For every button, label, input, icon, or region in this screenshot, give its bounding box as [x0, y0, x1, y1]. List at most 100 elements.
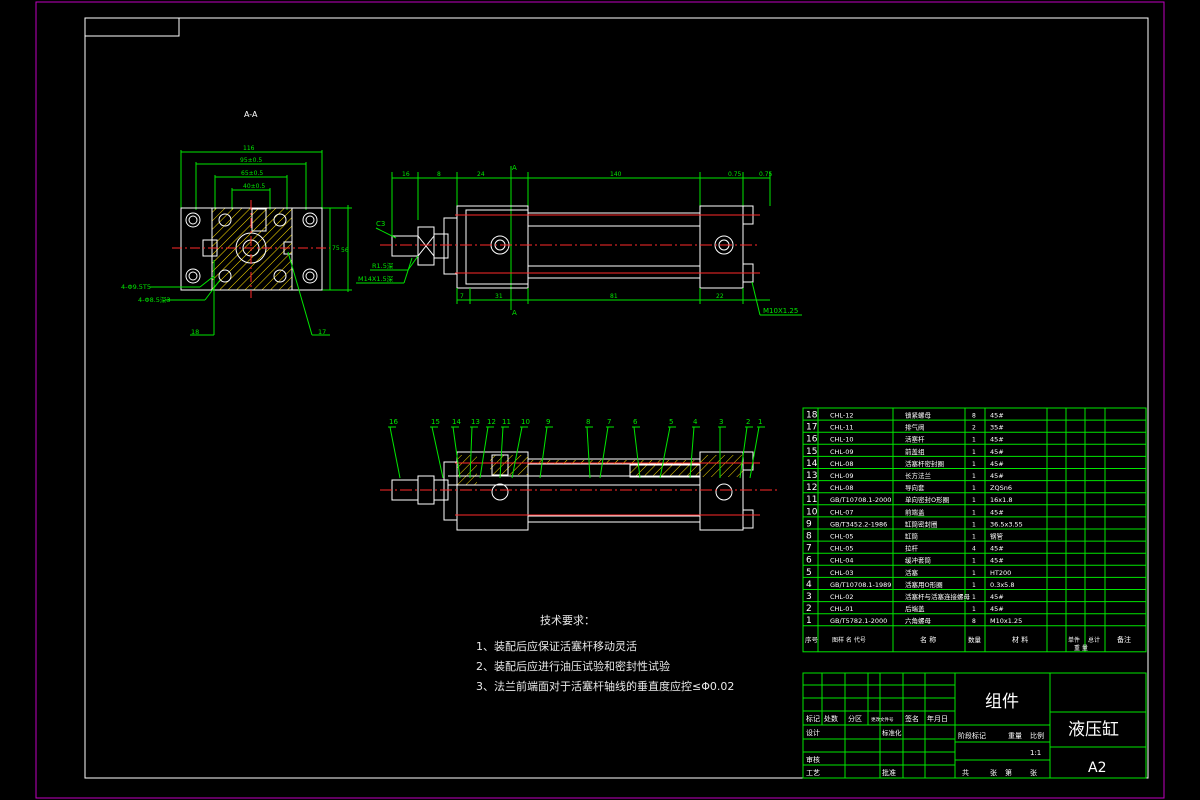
part-code: CHL-05: [830, 533, 854, 541]
part-name: 活塞杆密封圈: [905, 459, 944, 468]
part-code: GB/T3452.2-1986: [830, 520, 887, 528]
tb-gengai: 更改文件号: [871, 716, 894, 723]
part-qty: 4: [972, 546, 976, 553]
part-name: 活塞杆与活塞连接螺母: [905, 592, 971, 601]
part-no: 18: [806, 411, 818, 421]
dim-95: 95±0.5: [240, 157, 262, 164]
part-material: 45#: [990, 472, 1004, 480]
tb-zhongliang: 重量: [1008, 732, 1022, 740]
tb-shenhe: 审核: [806, 755, 820, 764]
balloon-number: 5: [669, 418, 673, 426]
part-qty: 1: [972, 582, 976, 589]
dim-side-22: 22: [716, 293, 724, 300]
part-material: 45#: [990, 508, 1004, 516]
balloon-number: 7: [607, 418, 611, 426]
part-no: 3: [806, 592, 812, 602]
part-no: 1: [806, 616, 812, 626]
part-no: 12: [806, 483, 817, 493]
part-name: 单向密封O形圈: [905, 495, 949, 504]
cut-label-bottom: A: [512, 309, 517, 317]
part-code: CHL-09: [830, 472, 854, 480]
part-material: M10x1.25: [990, 617, 1022, 625]
drawing-name: 液压缸: [1068, 719, 1119, 740]
balloon-number: 4: [693, 418, 698, 426]
part-no: 16: [806, 435, 818, 445]
tb-biaoji: 标记: [806, 714, 820, 723]
dim-side-81: 81: [610, 293, 618, 300]
dim-75: 75: [332, 245, 340, 252]
balloon-leader: [599, 426, 609, 479]
tb-zhang: 张: [990, 768, 997, 777]
part-code: CHL-09: [830, 448, 854, 456]
part-material: 35#: [990, 424, 1004, 432]
corner-label-box: [84, 17, 180, 37]
dim-65: 65±0.5: [241, 170, 263, 177]
dim-side-8: 8: [437, 171, 441, 178]
note-item-2: 2、装配后应进行油压试验和密封性试验: [476, 660, 670, 673]
part-qty: 1: [972, 594, 976, 601]
part-no: 10: [806, 507, 818, 517]
part-material: 45#: [990, 593, 1004, 601]
parts-header-cell: 数量: [968, 635, 982, 644]
sheet-size: A2: [1088, 760, 1106, 776]
part-name: 缓冲套筒: [905, 556, 932, 565]
part-material: 45#: [990, 436, 1004, 444]
part-code: CHL-01: [830, 605, 854, 613]
callout-hole2: 4-Φ8.5深3: [138, 295, 171, 304]
part-no: 8: [806, 532, 812, 542]
tb-sheji: 设计: [806, 728, 820, 737]
part-code: CHL-07: [830, 508, 854, 516]
group-label: 组件: [985, 692, 1019, 712]
parts-header-cell: 图样 名 代号: [832, 636, 866, 644]
dim-side-075a: 0.75: [728, 171, 742, 178]
part-no: 6: [806, 556, 812, 566]
part-no: 17: [806, 423, 817, 433]
part-code: CHL-03: [830, 569, 854, 577]
end-view-a-a: A-A 116 95±0.5 65±0.5 40±0.5 75 56 4-Φ9.…: [121, 110, 352, 336]
dim-116: 116: [243, 145, 255, 152]
dim-side-7: 7: [460, 293, 464, 300]
balloon-leader: [586, 426, 591, 479]
note-item-3: 3、法兰前端面对于活塞杆轴线的垂直度应控≤Φ0.02: [476, 680, 735, 693]
balloon-number: 8: [586, 418, 590, 426]
part-qty: 1: [972, 534, 976, 541]
part-no: 14: [806, 459, 818, 469]
tb-bili: 比例: [1030, 731, 1044, 740]
part-material: 45#: [990, 412, 1004, 420]
dim-40: 40±0.5: [243, 183, 265, 190]
part-name: 缸筒密封圈: [905, 519, 938, 528]
dim-side-31: 31: [495, 293, 503, 300]
callout-hole1: 4-Φ9.5T5: [121, 283, 151, 291]
part-material: 45#: [990, 448, 1004, 456]
part-name: 六角螺母: [905, 616, 932, 625]
part-code: GB/T10708.1-2000: [830, 496, 891, 504]
part-no: 2: [806, 604, 812, 614]
tb-biaozhunhua: 标准化: [882, 728, 902, 737]
callout-r1: R1.5深: [372, 261, 394, 270]
part-material: 45#: [990, 460, 1004, 468]
dim-side-24: 24: [477, 171, 485, 178]
parts-list-table: 18 CHL-12 锁紧螺母 8 45#17 CHL-11 排气阀 2 35#16 CHL-10 活…: [802, 407, 1147, 653]
note-item-1: 1、装配后应保证活塞杆移动灵活: [476, 640, 637, 653]
part-no: 4: [806, 580, 812, 590]
part-no: 13: [806, 471, 817, 481]
part-qty: 1: [972, 449, 976, 456]
parts-header-weight: 重 量: [1074, 644, 1088, 652]
section-label: A-A: [244, 110, 258, 119]
tb-fenqu: 分区: [848, 714, 862, 723]
parts-header-cell: 备注: [1117, 635, 1131, 644]
balloon-number: 9: [546, 418, 550, 426]
dim-side-16: 16: [402, 171, 410, 178]
part-material: 16x1.8: [990, 496, 1012, 504]
tb-qianming: 签名: [905, 714, 919, 723]
tb-chushu: 处数: [824, 714, 838, 723]
part-no: 5: [806, 568, 812, 578]
part-qty: 1: [972, 485, 976, 492]
part-name: 活塞: [905, 568, 919, 577]
part-material: 钢管: [990, 532, 1004, 541]
callout-m10: M10X1.25: [763, 307, 798, 315]
parts-header-cell: 材 料: [1012, 635, 1028, 644]
part-qty: 1: [972, 558, 976, 565]
part-name: 后端盖: [905, 604, 925, 613]
part-qty: 8: [972, 618, 976, 625]
